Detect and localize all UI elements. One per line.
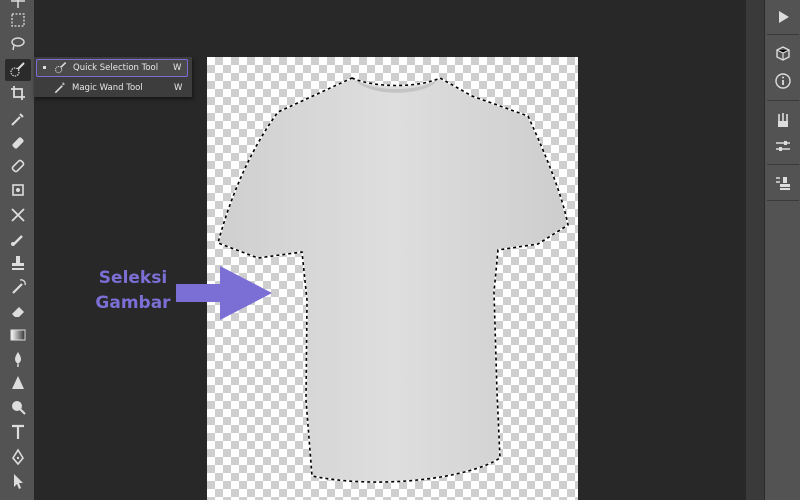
3d-cube-icon[interactable] xyxy=(769,42,797,66)
photoshop-window: Quick Selection Tool W Magic Wand Tool W… xyxy=(0,0,800,500)
panel-divider xyxy=(767,164,799,165)
clone-source-icon[interactable] xyxy=(769,171,797,195)
arrow-icon xyxy=(176,266,272,320)
panel-collapse-strip xyxy=(746,0,764,500)
annotation-text: Seleksi Gambar xyxy=(78,266,188,316)
brushes-icon[interactable] xyxy=(769,108,797,132)
tshirt-image xyxy=(217,77,569,483)
panel-divider xyxy=(767,34,799,35)
info-icon[interactable] xyxy=(769,69,797,93)
adjustments-icon[interactable] xyxy=(769,134,797,158)
panel-divider xyxy=(767,200,799,201)
panel-divider xyxy=(767,100,799,101)
right-panel-dock xyxy=(764,0,800,500)
play-icon[interactable] xyxy=(769,5,797,29)
annotation-line-2: Gambar xyxy=(95,293,171,313)
annotation-line-1: Seleksi xyxy=(98,268,168,288)
